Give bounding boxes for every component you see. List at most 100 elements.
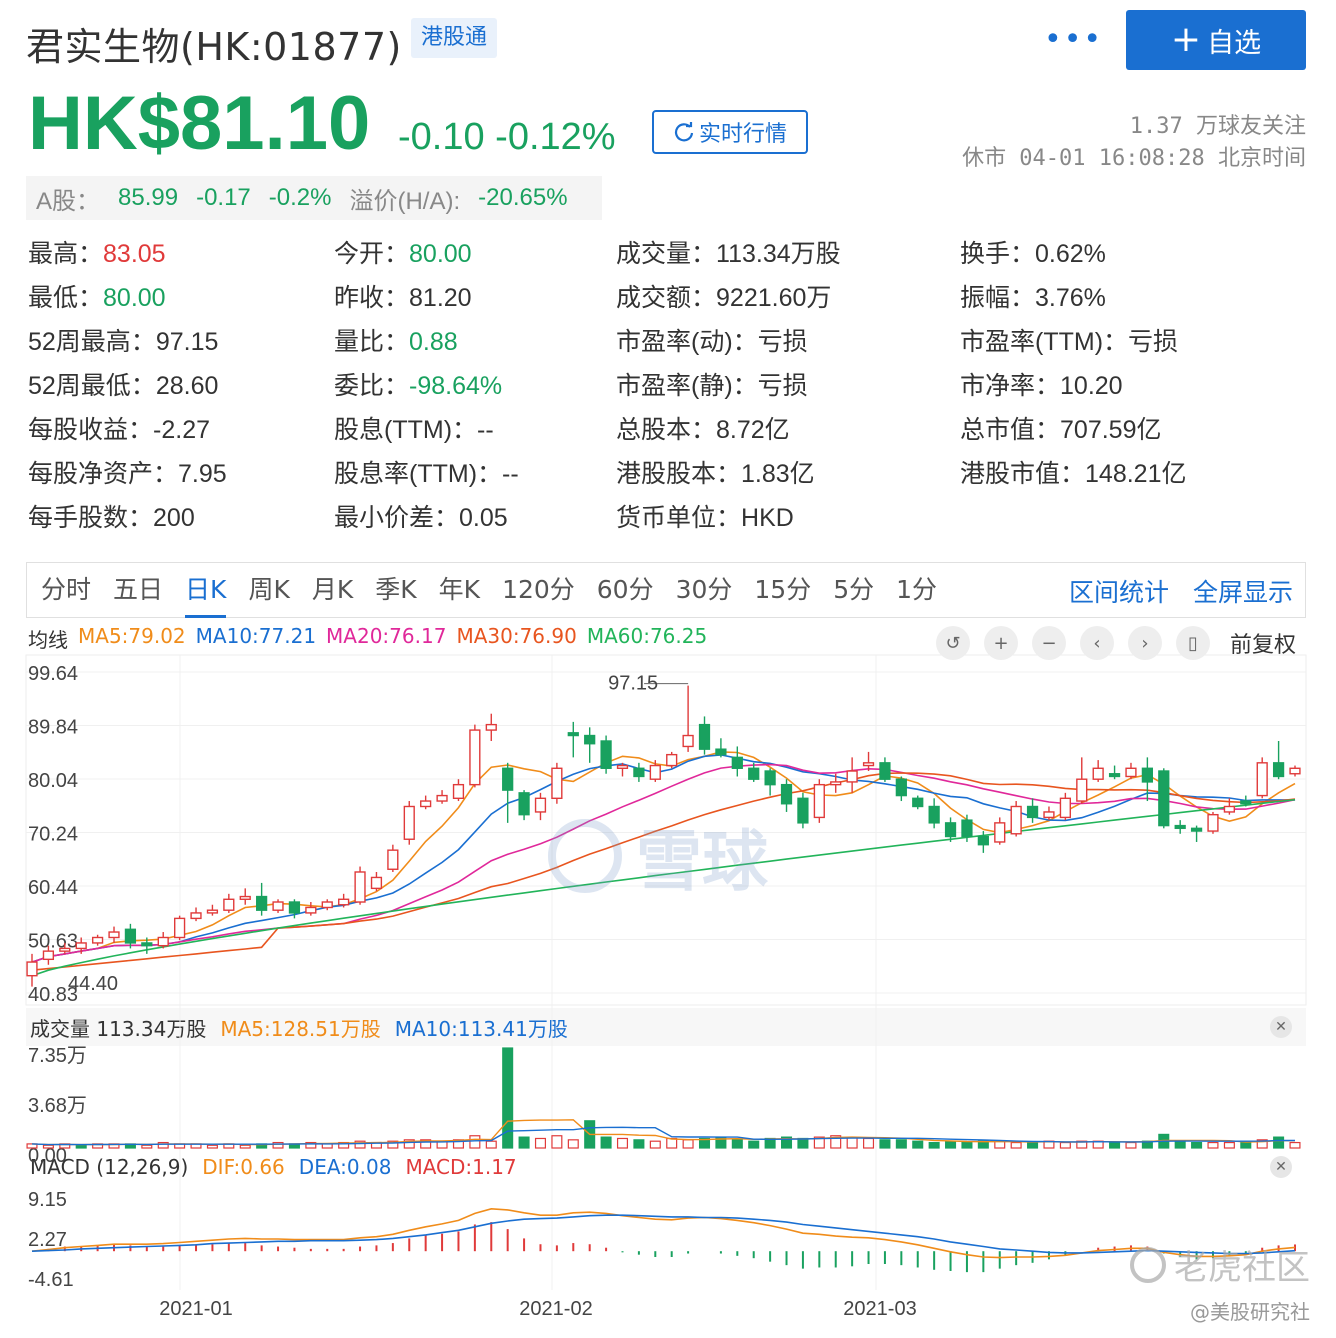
tab-period[interactable]: 分时 [41, 562, 91, 618]
stat-value: -- [502, 460, 519, 488]
stat-value: 8.72亿 [716, 416, 790, 444]
candle-body [698, 723, 711, 750]
stat-item: 振幅：3.76% [960, 278, 1106, 314]
realtime-quote-button[interactable]: 实时行情 [652, 110, 808, 154]
volume-bar [1043, 1140, 1055, 1149]
stat-value: 1.83亿 [741, 460, 815, 488]
stat-label: 港股市值： [960, 460, 1086, 488]
tab-period[interactable]: 30分 [676, 562, 733, 618]
volume-bar [387, 1140, 399, 1149]
connect-tag[interactable]: 港股通 [411, 18, 498, 58]
fullscreen-link[interactable]: 全屏显示 [1193, 573, 1293, 609]
low-annotation: 44.40 [68, 973, 118, 995]
stat-item: 总股本：8.72亿 [616, 410, 790, 446]
candle-body [649, 764, 661, 780]
candle-body [288, 901, 301, 914]
stat-label: 最低： [28, 284, 104, 312]
candle-body [108, 931, 120, 939]
quote-header: 君实生物(HK:01877) 港股通 ••• + 自选 HK$81.10 -0.… [0, 0, 1336, 230]
realtime-quote-label: 实时行情 [698, 122, 787, 147]
ma-legend-item: MA60:76.25 [586, 624, 708, 648]
volume-legend: 成交量 113.34万股 MA5:128.51万股 MA10:113.41万股 … [26, 1008, 1306, 1046]
candle-body [1256, 762, 1268, 797]
volume-bar [452, 1139, 464, 1149]
more-options-icon[interactable]: ••• [1044, 22, 1103, 57]
reset-icon[interactable]: ↺ [935, 626, 970, 660]
candle-body [633, 767, 645, 778]
volume-bar [912, 1140, 924, 1149]
candle-body [1207, 813, 1219, 832]
volume-bar [994, 1140, 1006, 1149]
stat-item: 最高：83.05 [28, 234, 166, 270]
stat-label: 市净率： [960, 372, 1061, 400]
candle-body [567, 732, 579, 737]
volume-bar [190, 1143, 202, 1149]
volume-bar [1076, 1140, 1088, 1149]
price-tick-label: 50.63 [28, 931, 78, 953]
volume-ma5: MA5:128.51万股 [220, 1016, 381, 1041]
stat-label: 股息率(TTM)： [334, 460, 503, 488]
volume-bar [305, 1141, 317, 1149]
chart-controls: ↺ + − ‹ › ▯ 前复权 [935, 626, 1296, 660]
tab-period[interactable]: 60分 [597, 562, 654, 618]
stat-label: 市盈率(动)： [616, 328, 758, 356]
stat-item: 货币单位：HKD [616, 498, 794, 534]
stat-item: 总市值：707.59亿 [960, 410, 1161, 446]
add-watchlist-button[interactable]: + 自选 [1126, 10, 1306, 70]
tab-period[interactable]: 日K [185, 562, 227, 618]
stat-label: 量比： [334, 328, 410, 356]
tab-period[interactable]: 五日 [113, 562, 163, 618]
close-volume-icon[interactable]: ✕ [1270, 1016, 1292, 1038]
adjust-mode[interactable]: 前复权 [1230, 627, 1296, 659]
macd-tick-label: 2.27 [28, 1229, 67, 1251]
price-tick-label: 40.83 [28, 984, 78, 1006]
range-stats-link[interactable]: 区间统计 [1069, 573, 1169, 609]
zoom-in-icon[interactable]: + [983, 626, 1018, 660]
x-axis-label: 2021-01 [159, 1298, 232, 1320]
x-axis-label: 2021-03 [843, 1298, 916, 1320]
pan-right-icon[interactable]: › [1127, 626, 1162, 660]
a-share-bar: A股： 85.99 -0.17 -0.2% 溢价(H/A): -20.65% [26, 176, 602, 220]
stat-label: 股息(TTM)： [334, 416, 478, 444]
tab-period[interactable]: 1分 [896, 562, 937, 618]
tab-period[interactable]: 月K [312, 562, 353, 618]
candle-body [682, 734, 694, 748]
close-macd-icon[interactable]: ✕ [1270, 1156, 1292, 1178]
volume-bar [1027, 1141, 1039, 1149]
stat-value: 83.05 [103, 240, 166, 268]
a-share-pct: -0.2% [268, 184, 332, 211]
volume-bar [518, 1136, 530, 1149]
candle-body [502, 767, 514, 791]
tab-period[interactable]: 季K [375, 562, 416, 618]
volume-bar [124, 1143, 136, 1149]
stat-label: 市盈率(静)： [616, 372, 758, 400]
zoom-out-icon[interactable]: − [1031, 626, 1066, 660]
volume-bar [272, 1141, 284, 1149]
period-tabs: 分时 五日 日K 周K 月K 季K 年K 120分 60分 30分 15分 5分 1分 区间统计 全屏显… [26, 562, 1306, 618]
volume-bar [59, 1143, 71, 1149]
tab-period[interactable]: 15分 [754, 562, 811, 618]
candle-body [157, 936, 169, 947]
tab-period[interactable]: 周K [248, 562, 289, 618]
candle-body [616, 764, 629, 769]
pan-left-icon[interactable]: ‹ [1079, 626, 1114, 660]
candle-body [797, 797, 809, 824]
volume-bar [928, 1141, 940, 1149]
candle-body [387, 849, 399, 870]
tab-period[interactable]: 年K [439, 562, 480, 618]
volume-bar [551, 1135, 563, 1149]
volume-ma-line-10 [31, 1126, 1295, 1146]
candle-body [895, 778, 907, 797]
stat-label: 振幅： [960, 284, 1036, 312]
stat-label: 52周最高： [28, 328, 156, 356]
candle-body [75, 942, 87, 950]
volume-bar [879, 1139, 891, 1149]
volume-bar [863, 1137, 875, 1149]
tab-period[interactable]: 5分 [833, 562, 874, 618]
volume-bar [206, 1144, 218, 1149]
volume-bar [600, 1136, 612, 1149]
candle-type-icon[interactable]: ▯ [1175, 626, 1210, 660]
stat-label: 最小价差： [334, 504, 460, 532]
macd-legend: MACD (12,26,9) DIF:0.66 DEA:0.08 MACD:1.… [26, 1152, 1306, 1182]
tab-period[interactable]: 120分 [502, 562, 575, 618]
